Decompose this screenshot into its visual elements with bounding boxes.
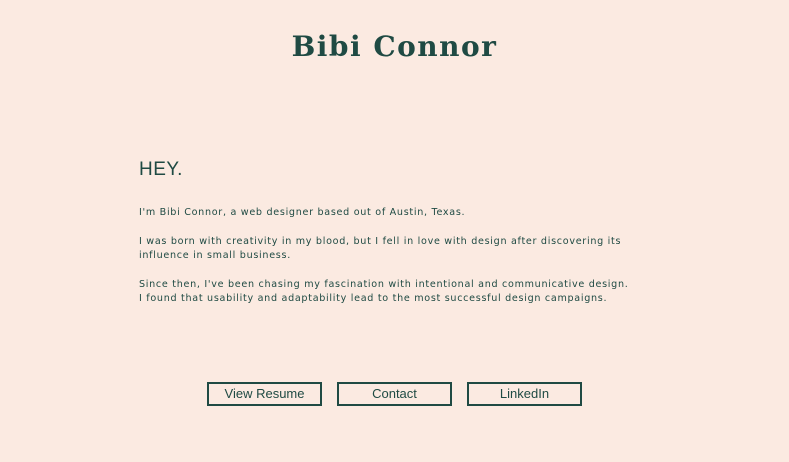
contact-button[interactable]: Contact <box>337 382 452 406</box>
philosophy-paragraph: Since then, I've been chasing my fascina… <box>139 279 629 304</box>
linkedin-button[interactable]: LinkedIn <box>467 382 582 406</box>
intro-paragraph: I'm Bibi Connor, a web designer based ou… <box>139 207 466 218</box>
view-resume-button[interactable]: View Resume <box>207 382 322 406</box>
greeting-heading: HEY. <box>139 159 183 180</box>
site-title: Bibi Connor <box>291 30 498 63</box>
intro-section: HEY. I'm Bibi Connor, a web designer bas… <box>139 152 629 306</box>
background-paragraph: I was born with creativity in my blood, … <box>139 236 622 261</box>
action-buttons: View Resume Contact LinkedIn <box>207 382 582 406</box>
